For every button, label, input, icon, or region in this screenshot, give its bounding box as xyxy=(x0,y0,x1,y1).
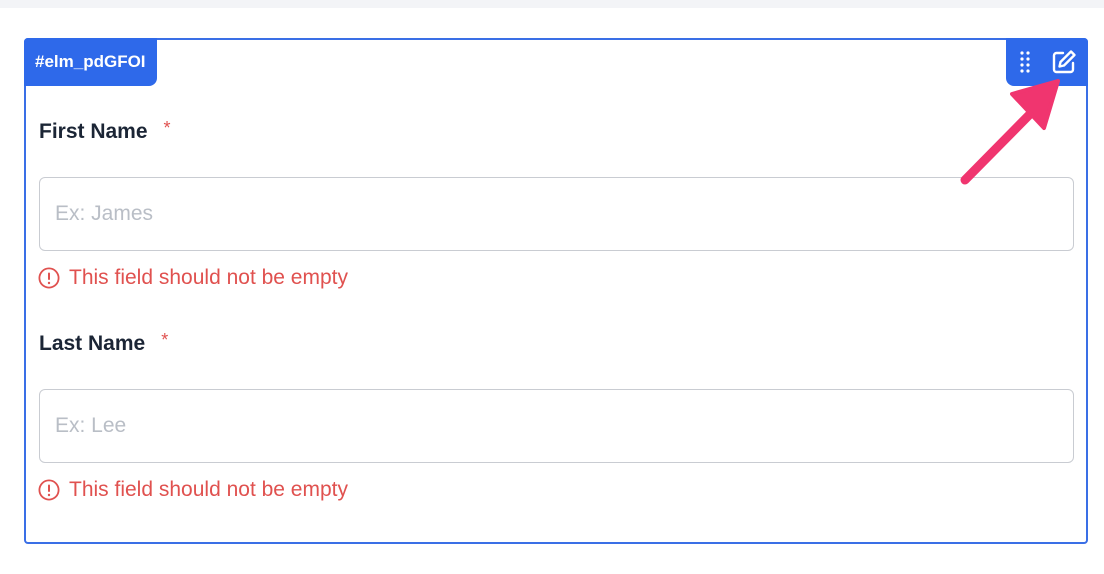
first-name-error: This field should not be empty xyxy=(38,265,348,291)
last-name-input[interactable] xyxy=(39,389,1074,463)
last-name-label-text: Last Name xyxy=(39,332,146,355)
first-name-input[interactable] xyxy=(39,177,1074,251)
element-id-tag: #elm_pdGFOI xyxy=(24,38,157,86)
edit-icon xyxy=(1052,50,1076,74)
required-marker: * xyxy=(161,330,169,350)
error-circle-icon xyxy=(38,479,60,501)
drag-handle-icon[interactable] xyxy=(1018,50,1032,74)
edit-button[interactable] xyxy=(1050,48,1078,76)
first-name-error-text: This field should not be empty xyxy=(69,266,348,289)
last-name-error-text: This field should not be empty xyxy=(69,478,348,501)
first-name-label-text: First Name xyxy=(39,120,148,143)
last-name-label: Last Name * xyxy=(39,330,169,356)
element-toolbar xyxy=(1006,38,1088,86)
page-top-strip xyxy=(0,0,1104,8)
required-marker: * xyxy=(163,118,171,138)
selected-element-frame[interactable]: #elm_pdGFOI First Name * Ex: James This … xyxy=(24,38,1088,544)
last-name-error: This field should not be empty xyxy=(38,477,348,503)
first-name-label: First Name * xyxy=(39,118,171,144)
error-circle-icon xyxy=(38,267,60,289)
